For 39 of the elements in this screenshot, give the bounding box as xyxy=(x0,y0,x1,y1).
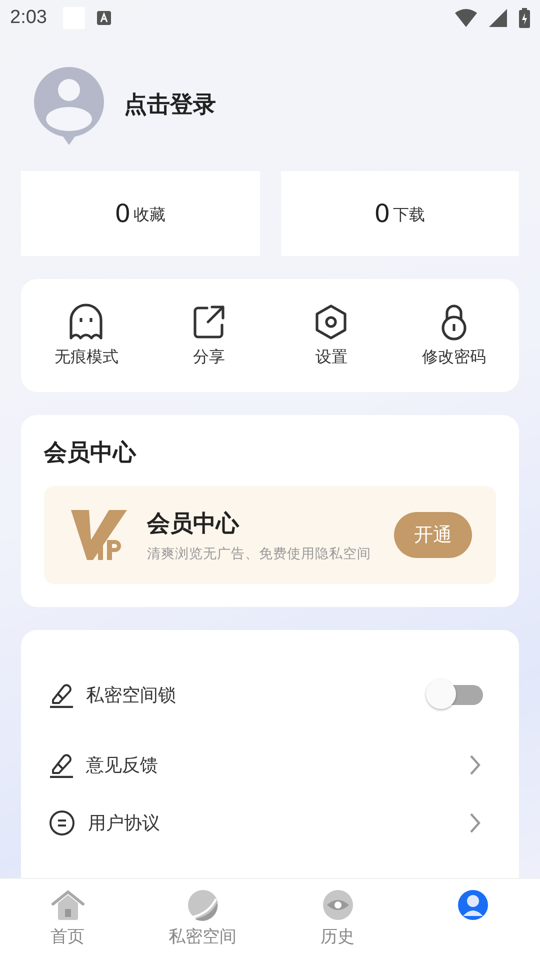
wifi-icon xyxy=(455,9,477,27)
stat-card[interactable]: 0 下载 xyxy=(280,171,519,256)
share-icon[interactable] xyxy=(190,303,227,341)
signal-icon xyxy=(489,9,507,27)
nav-tab[interactable]: 历史 xyxy=(270,889,405,948)
pen-icon xyxy=(49,752,73,778)
home-icon xyxy=(50,889,84,921)
user-icon xyxy=(456,889,488,921)
vip-banner[interactable]: 会员中心 清爽浏览无广告、免费使用隐私空间 开通 xyxy=(44,486,496,584)
nav-tab[interactable]: 首页 xyxy=(0,889,135,948)
tool-label[interactable]: 分享 xyxy=(192,347,225,368)
settings-item[interactable]: 用户协议 xyxy=(88,811,160,835)
settings-item[interactable]: 意见反馈 xyxy=(86,753,158,777)
vip-subtitle: 清爽浏览无广告、免费使用隐私空间 xyxy=(147,544,372,562)
pen-icon xyxy=(49,682,73,708)
tool-label[interactable]: 修改密码 xyxy=(422,347,486,368)
tool-label[interactable]: 设置 xyxy=(315,347,348,368)
battery-icon xyxy=(519,8,530,28)
tool-label[interactable]: 无痕模式 xyxy=(54,347,118,368)
chevron-right-icon[interactable] xyxy=(469,812,481,834)
document-icon xyxy=(49,810,75,836)
stat-label: 收藏 xyxy=(134,205,166,226)
login-link[interactable]: 点击登录 xyxy=(124,88,216,120)
settings-item[interactable]: 私密空间锁 xyxy=(86,683,176,707)
keyboard-icon xyxy=(96,11,111,25)
stat-label: 下载 xyxy=(393,205,426,226)
ghost-icon[interactable] xyxy=(68,303,104,341)
status-time: 2:03 xyxy=(10,7,47,29)
planet-icon xyxy=(186,889,218,921)
settings-icon[interactable] xyxy=(313,303,350,341)
nav-tab[interactable]: 私密空间 xyxy=(135,889,270,948)
section-title: 会员中心 xyxy=(44,439,138,468)
stat-card[interactable]: 0 收藏 xyxy=(21,171,260,256)
eye-icon xyxy=(322,889,354,921)
chevron-right-icon[interactable] xyxy=(469,754,481,776)
stat-count: 0 xyxy=(374,199,390,228)
vip-title: 会员中心 xyxy=(147,510,240,538)
vip-logo-icon xyxy=(71,510,127,560)
stat-count: 0 xyxy=(114,199,131,228)
